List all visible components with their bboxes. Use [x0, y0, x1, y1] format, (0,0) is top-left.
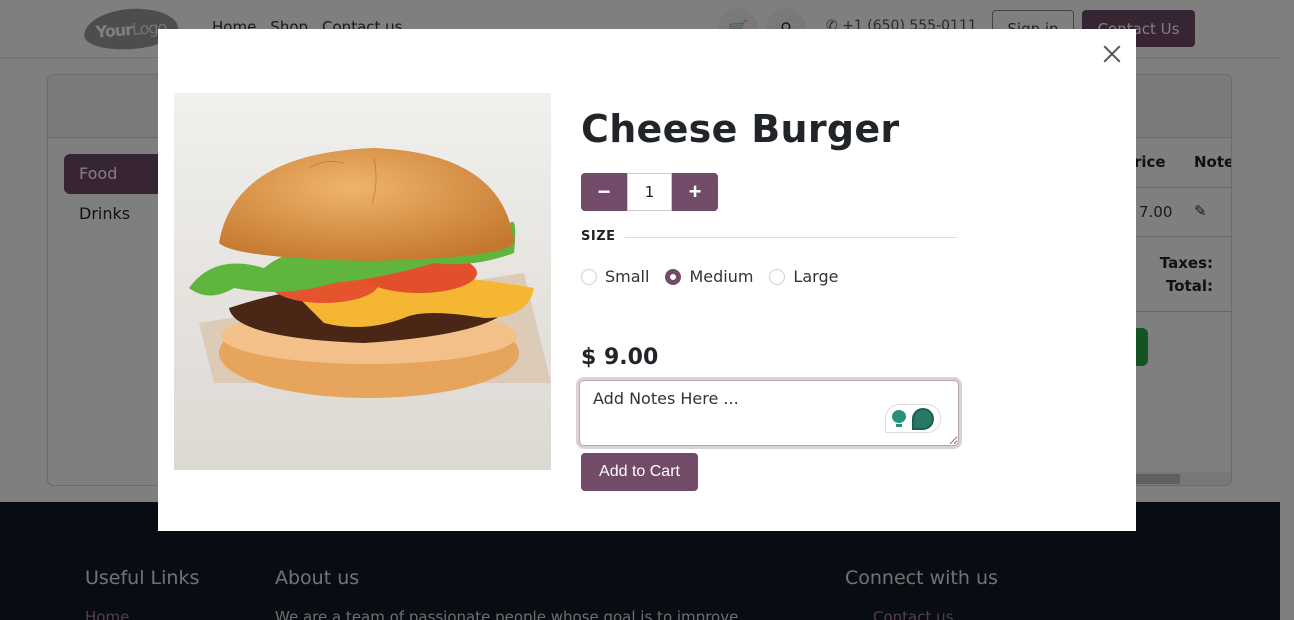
radio-large[interactable] — [769, 268, 786, 285]
product-image — [174, 93, 551, 470]
size-medium-label: Medium — [689, 267, 754, 286]
size-option-small[interactable]: Small — [581, 267, 649, 286]
size-option-medium[interactable]: Medium — [665, 267, 753, 286]
quantity-stepper: − + — [581, 173, 718, 211]
burger-illustration — [174, 93, 551, 470]
size-small-label: Small — [605, 267, 650, 286]
product-price: $ 9.00 — [581, 345, 659, 370]
size-option-large[interactable]: Large — [769, 267, 838, 286]
size-divider — [625, 237, 957, 238]
size-options: Small Medium Large — [581, 267, 838, 286]
increase-quantity-button[interactable]: + — [672, 173, 718, 211]
quantity-input[interactable] — [627, 173, 672, 211]
size-large-label: Large — [793, 267, 839, 286]
lightbulb-icon[interactable] — [892, 409, 906, 428]
close-icon[interactable] — [1100, 42, 1124, 66]
size-heading: SIZE — [581, 229, 616, 244]
radio-medium[interactable] — [665, 268, 682, 285]
chat-bubble-icon[interactable] — [912, 407, 934, 430]
add-to-cart-button[interactable]: Add to Cart — [581, 453, 698, 491]
product-modal: Cheese Burger − + SIZE Small Medium Larg… — [158, 29, 1136, 531]
decrease-quantity-button[interactable]: − — [581, 173, 627, 211]
radio-small[interactable] — [581, 268, 597, 285]
writing-assistant-widget[interactable] — [885, 404, 941, 433]
product-title: Cheese Burger — [581, 107, 900, 151]
